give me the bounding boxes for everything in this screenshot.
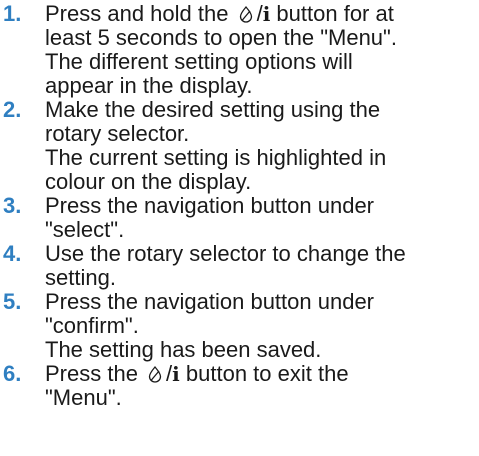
- step-line: The setting has been saved.: [45, 337, 322, 362]
- step-line: Use the rotary selector to change the: [45, 241, 406, 266]
- step-number: 5.: [3, 289, 22, 314]
- step-text: Press the /i button to exit the "Menu".: [45, 362, 479, 410]
- step-text: Use the rotary selector to change the se…: [45, 242, 479, 290]
- instruction-steps: 1. Press and hold the /i button for at l…: [0, 2, 479, 410]
- info-icon: i: [172, 362, 180, 386]
- step-line: Press the /i button to exit the: [45, 361, 479, 387]
- step-number: 2.: [3, 97, 22, 122]
- step-text: Make the desired setting using the rotar…: [45, 98, 479, 194]
- step-text-fragment: Press and hold the: [45, 1, 235, 26]
- step-line: "Menu".: [45, 385, 122, 410]
- step-text-fragment: button to exit the: [179, 361, 349, 386]
- step-3: 3. Press the navigation button under "se…: [0, 194, 479, 242]
- step-1: 1. Press and hold the /i button for at l…: [0, 2, 479, 98]
- step-line: Make the desired setting using the: [45, 97, 381, 122]
- step-line: colour on the display.: [45, 169, 252, 194]
- step-text-fragment: button for at: [270, 1, 394, 26]
- water-drop-icon: [237, 5, 255, 23]
- step-2: 2. Make the desired setting using the ro…: [0, 98, 479, 194]
- step-line: setting.: [45, 265, 116, 290]
- step-line: The different setting options will: [45, 49, 353, 74]
- step-line: Press the navigation button under: [45, 289, 375, 314]
- step-text-fragment: Press the: [45, 361, 145, 386]
- water-drop-icon: [146, 365, 164, 383]
- step-6: 6. Press the /i button to exit the "Menu…: [0, 362, 479, 410]
- step-text: Press the navigation button under "confi…: [45, 290, 479, 362]
- step-number: 1.: [3, 1, 22, 26]
- step-text: Press and hold the /i button for at leas…: [45, 2, 479, 98]
- step-5: 5. Press the navigation button under "co…: [0, 290, 479, 362]
- step-number: 3.: [3, 193, 22, 218]
- step-line: Press and hold the /i button for at: [45, 1, 479, 27]
- step-number: 6.: [3, 361, 22, 386]
- step-line: "confirm".: [45, 313, 139, 338]
- step-line: "select".: [45, 217, 125, 242]
- step-4: 4. Use the rotary selector to change the…: [0, 242, 479, 290]
- step-line: rotary selector.: [45, 121, 190, 146]
- step-text: Press the navigation button under "selec…: [45, 194, 479, 242]
- step-number: 4.: [3, 241, 22, 266]
- step-line: appear in the display.: [45, 73, 253, 98]
- step-line: least 5 seconds to open the "Menu".: [45, 25, 397, 50]
- step-line: The current setting is highlighted in: [45, 145, 387, 170]
- step-line: Press the navigation button under: [45, 193, 375, 218]
